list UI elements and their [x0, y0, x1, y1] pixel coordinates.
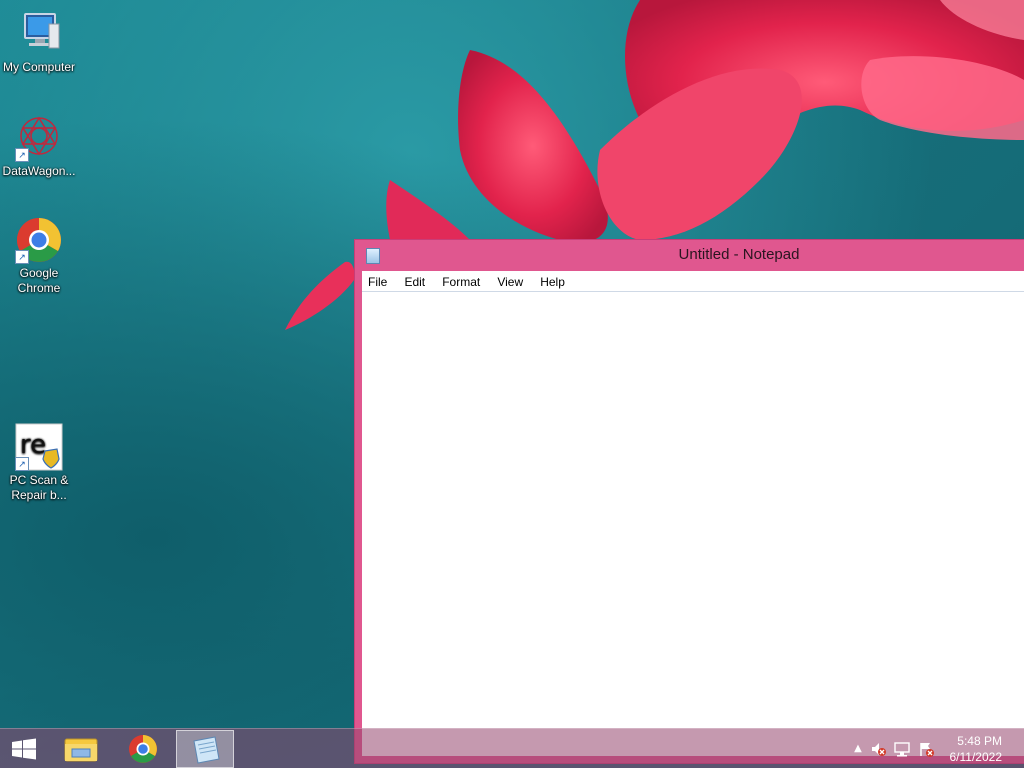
windows-start-icon: [12, 738, 36, 760]
window-title: Untitled - Notepad: [678, 246, 800, 263]
desktop: My Computer ↗ DataWagon... ↗ Google Chro…: [0, 0, 1024, 768]
system-tray: ▲ 5:48 PM 6/11/2022: [844, 729, 1024, 768]
clock-time: 5:48 PM: [957, 734, 1002, 748]
shortcut-arrow-icon: ↗: [15, 250, 29, 264]
action-center-icon[interactable]: [918, 741, 934, 757]
network-icon[interactable]: [894, 741, 910, 757]
notepad-icon: [193, 736, 220, 764]
desktop-icon-pc-scan-repair[interactable]: re ↗ PC Scan & Repair b...: [0, 423, 78, 503]
taskbar-chrome[interactable]: [114, 730, 172, 768]
menu-format[interactable]: Format: [436, 272, 486, 292]
taskbar: ▲ 5:48 PM 6/11/2022: [0, 728, 1024, 768]
desktop-icon-google-chrome[interactable]: ↗ Google Chrome: [0, 216, 78, 296]
computer-icon: [15, 10, 63, 58]
datawagon-icon: ↗: [15, 114, 63, 162]
speaker-muted-icon[interactable]: [870, 741, 886, 757]
menu-file[interactable]: File: [362, 272, 393, 292]
notepad-title-bar[interactable]: Untitled - Notepad: [355, 240, 1024, 271]
file-explorer-icon: [64, 738, 98, 762]
chrome-icon: [129, 735, 157, 763]
desktop-icon-label: Google Chrome: [17, 266, 61, 295]
shortcut-arrow-icon: ↗: [15, 148, 29, 162]
menu-help[interactable]: Help: [534, 272, 571, 292]
svg-text:re: re: [20, 430, 46, 460]
shortcut-arrow-icon: ↗: [15, 457, 29, 471]
menu-view[interactable]: View: [491, 272, 529, 292]
desktop-icon-label: PC Scan & Repair b...: [9, 473, 69, 502]
desktop-icon-label: My Computer: [2, 60, 76, 74]
show-hidden-icons-icon[interactable]: ▲: [850, 741, 866, 757]
start-button[interactable]: [0, 730, 48, 768]
desktop-icon-label: DataWagon...: [2, 164, 76, 178]
clock-date: 6/11/2022: [949, 750, 1003, 764]
reimage-icon: re ↗: [15, 423, 63, 471]
taskbar-notepad[interactable]: [176, 730, 234, 768]
clock[interactable]: 5:48 PM 6/11/2022: [950, 733, 1003, 765]
notepad-menu-bar: File Edit Format View Help: [362, 271, 1024, 292]
desktop-icon-datawagon[interactable]: ↗ DataWagon...: [0, 114, 78, 179]
desktop-icon-my-computer[interactable]: My Computer: [0, 10, 78, 75]
menu-edit[interactable]: Edit: [398, 272, 431, 292]
chrome-icon: ↗: [15, 216, 63, 264]
notepad-text-area[interactable]: [362, 292, 1024, 756]
taskbar-file-explorer[interactable]: [52, 730, 110, 768]
notepad-window[interactable]: Untitled - Notepad File Edit Format View…: [354, 239, 1024, 764]
